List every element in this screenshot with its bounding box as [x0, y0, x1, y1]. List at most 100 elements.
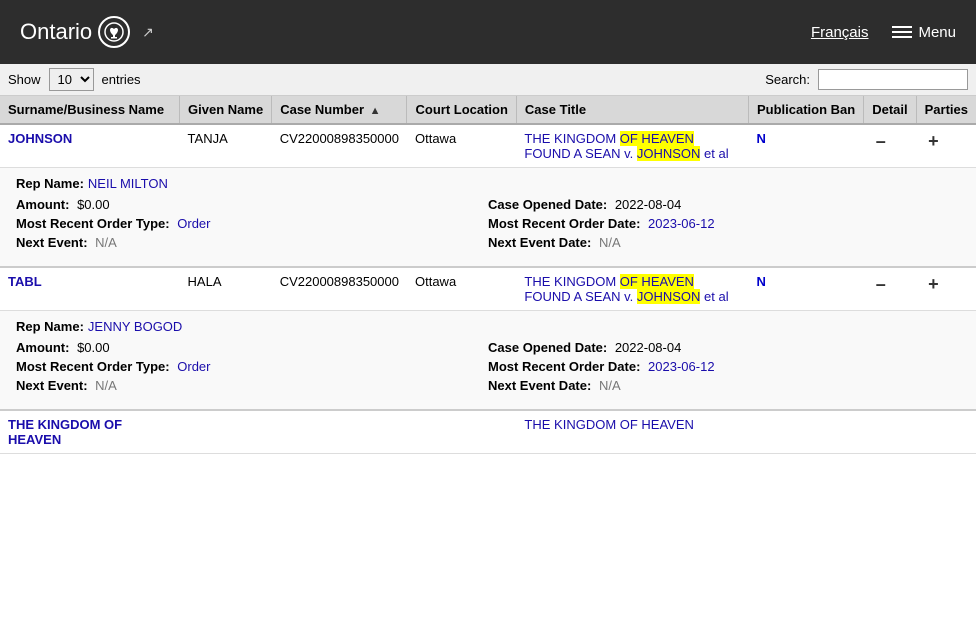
order-date-value: 2023-06-12 — [648, 359, 715, 374]
detail-panel-cell: Rep Name: JENNY BOGOD Amount: $0.00 Case… — [0, 311, 976, 411]
header-left: Ontario ↗ — [20, 16, 154, 48]
order-type-value[interactable]: Order — [177, 359, 210, 374]
order-type-row: Most Recent Order Type: Order Most Recen… — [16, 359, 960, 374]
title-text: FOUND A SEAN v. — [524, 146, 636, 161]
order-date-col: Most Recent Order Date: 2023-06-12 — [488, 216, 960, 231]
cell-case-number: CV22000898350000 — [272, 267, 407, 311]
rep-name-label: Rep Name: — [16, 319, 84, 334]
highlight-text: OF HEAVEN — [620, 274, 694, 289]
table-header-row: Surname/Business Name Given Name Case Nu… — [0, 96, 976, 124]
cell-detail: – — [864, 267, 916, 311]
case-opened-label: Case Opened Date: — [488, 340, 607, 355]
next-event-label: Next Event: — [16, 235, 88, 250]
case-title-link[interactable]: THE KINGDOM OF HEAVEN FOUND A SEAN v. JO… — [524, 131, 728, 161]
parties-expand-button[interactable]: + — [924, 131, 943, 152]
highlight-text: JOHNSON — [637, 289, 701, 304]
order-date-value: 2023-06-12 — [648, 216, 715, 231]
case-opened-label: Case Opened Date: — [488, 197, 607, 212]
rep-name-row: Rep Name: JENNY BOGOD — [16, 319, 960, 334]
title-text: THE KINGDOM — [524, 131, 619, 146]
cell-pub-ban — [748, 410, 863, 454]
cell-detail — [864, 410, 916, 454]
amount-value: $0.00 — [77, 197, 110, 212]
menu-button[interactable]: Menu — [892, 24, 956, 41]
amount-row: Amount: $0.00 Case Opened Date: 2022-08-… — [16, 197, 960, 212]
order-date-col: Most Recent Order Date: 2023-06-12 — [488, 359, 960, 374]
table-row: JOHNSON TANJA CV22000898350000 Ottawa TH… — [0, 124, 976, 168]
amount-col: Amount: $0.00 — [16, 197, 488, 212]
cell-court-location — [407, 410, 516, 454]
amount-value: $0.00 — [77, 340, 110, 355]
rep-name-value[interactable]: JENNY BOGOD — [88, 319, 182, 334]
menu-label: Menu — [918, 24, 956, 41]
detail-panel-row: Rep Name: NEIL MILTON Amount: $0.00 Case… — [0, 168, 976, 268]
parties-expand-button[interactable]: + — [924, 274, 943, 295]
ontario-trillium-icon — [98, 16, 130, 48]
search-label: Search: — [765, 72, 810, 87]
pub-ban-value: N — [756, 131, 765, 146]
hamburger-icon — [892, 26, 912, 38]
results-table: Surname/Business Name Given Name Case Nu… — [0, 96, 976, 454]
cell-parties: + — [916, 267, 976, 311]
next-event-value: N/A — [95, 235, 117, 250]
rep-name-row: Rep Name: NEIL MILTON — [16, 176, 960, 191]
order-date-label: Most Recent Order Date: — [488, 216, 640, 231]
amount-label: Amount: — [16, 340, 69, 355]
cell-given: HALA — [180, 267, 272, 311]
col-header-surname: Surname/Business Name — [0, 96, 180, 124]
cell-case-title: THE KINGDOM OF HEAVEN FOUND A SEAN v. JO… — [516, 267, 748, 311]
next-event-col: Next Event: N/A — [16, 235, 488, 250]
col-header-case-number[interactable]: Case Number ▲ — [272, 96, 407, 124]
next-event-col: Next Event: N/A — [16, 378, 488, 393]
next-event-date-col: Next Event Date: N/A — [488, 235, 960, 250]
highlight-text: OF HEAVEN — [620, 131, 694, 146]
detail-collapse-button[interactable]: – — [872, 131, 890, 152]
col-header-parties: Parties — [916, 96, 976, 124]
detail-panel-cell: Rep Name: NEIL MILTON Amount: $0.00 Case… — [0, 168, 976, 268]
cell-parties — [916, 410, 976, 454]
detail-panel: Rep Name: NEIL MILTON Amount: $0.00 Case… — [0, 168, 976, 266]
cell-case-title: THE KINGDOM OF HEAVEN — [516, 410, 748, 454]
entries-label: entries — [102, 72, 141, 87]
title-text: THE KINGDOM — [524, 274, 619, 289]
rep-name-value[interactable]: NEIL MILTON — [88, 176, 168, 191]
next-event-row: Next Event: N/A Next Event Date: N/A — [16, 378, 960, 393]
next-event-label: Next Event: — [16, 378, 88, 393]
cell-case-number — [272, 410, 407, 454]
cell-case-title: THE KINGDOM OF HEAVEN FOUND A SEAN v. JO… — [516, 124, 748, 168]
order-type-label: Most Recent Order Type: — [16, 216, 170, 231]
order-type-value[interactable]: Order — [177, 216, 210, 231]
order-type-label: Most Recent Order Type: — [16, 359, 170, 374]
cell-court-location: Ottawa — [407, 124, 516, 168]
surname-link[interactable]: JOHNSON — [8, 131, 72, 146]
case-opened-value: 2022-08-04 — [615, 340, 682, 355]
title-text: et al — [700, 289, 728, 304]
cell-parties: + — [916, 124, 976, 168]
case-opened-value: 2022-08-04 — [615, 197, 682, 212]
next-event-date-label: Next Event Date: — [488, 235, 591, 250]
col-header-detail: Detail — [864, 96, 916, 124]
surname-link[interactable]: THE KINGDOM OF HEAVEN — [8, 417, 122, 447]
detail-collapse-button[interactable]: – — [872, 274, 890, 295]
col-header-given: Given Name — [180, 96, 272, 124]
surname-link[interactable]: TABL — [8, 274, 42, 289]
order-type-col: Most Recent Order Type: Order — [16, 216, 488, 231]
col-header-court-location: Court Location — [407, 96, 516, 124]
controls-bar: Show 10 25 50 entries Search: — [0, 64, 976, 96]
title-text: FOUND A SEAN v. — [524, 289, 636, 304]
detail-panel-row: Rep Name: JENNY BOGOD Amount: $0.00 Case… — [0, 311, 976, 411]
rep-name-label: Rep Name: — [16, 176, 84, 191]
search-input[interactable] — [818, 69, 968, 90]
case-title-link[interactable]: THE KINGDOM OF HEAVEN FOUND A SEAN v. JO… — [524, 274, 728, 304]
next-event-date-value: N/A — [599, 235, 621, 250]
next-event-date-value: N/A — [599, 378, 621, 393]
header-right: Français Menu — [811, 24, 956, 41]
sort-arrow-icon: ▲ — [370, 105, 381, 117]
next-event-date-col: Next Event Date: N/A — [488, 378, 960, 393]
case-title-link[interactable]: THE KINGDOM OF HEAVEN — [524, 417, 694, 432]
cell-case-number: CV22000898350000 — [272, 124, 407, 168]
cell-surname: JOHNSON — [0, 124, 180, 168]
show-entries-select[interactable]: 10 25 50 — [49, 68, 94, 91]
ontario-logo: Ontario — [20, 16, 130, 48]
francais-button[interactable]: Français — [811, 24, 869, 41]
